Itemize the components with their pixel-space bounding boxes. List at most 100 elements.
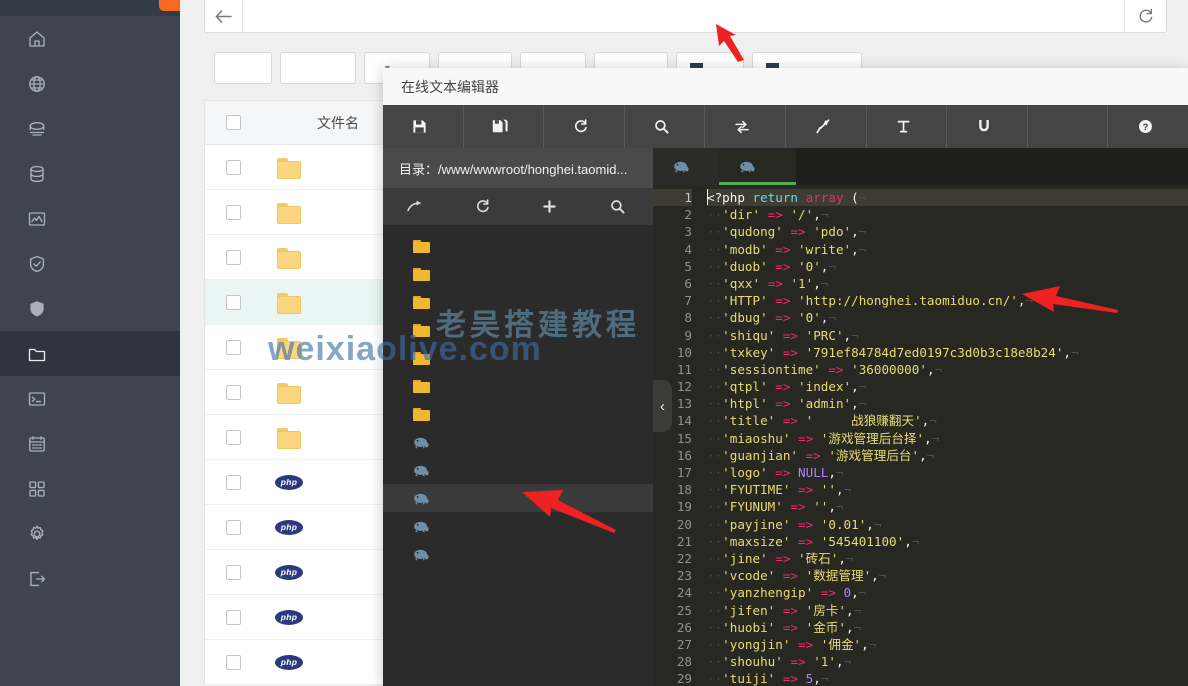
- tree-node-temp[interactable]: [383, 400, 653, 428]
- row-checkbox[interactable]: [226, 610, 241, 625]
- line-number: 1: [653, 189, 692, 206]
- tree-op-新建[interactable]: [518, 200, 586, 213]
- code-token: =>: [783, 345, 798, 360]
- code-token: 'yanzhengip': [722, 585, 813, 600]
- code-token: ,: [836, 482, 844, 497]
- code-token: ¬: [836, 499, 844, 514]
- editor-toolbar-设置[interactable]: [1028, 105, 1109, 148]
- sidebar-item-12[interactable]: [0, 556, 180, 601]
- file-toolbar-button-1[interactable]: [280, 52, 356, 84]
- plus-icon: [543, 200, 556, 213]
- row-checkbox[interactable]: [226, 205, 241, 220]
- row-checkbox[interactable]: [226, 160, 241, 175]
- code-token: =>: [775, 310, 790, 325]
- apps-icon: [26, 478, 48, 500]
- folder-icon: [413, 268, 430, 281]
- line-number: 19: [653, 498, 692, 515]
- sidebar-item-8[interactable]: [0, 376, 180, 421]
- editor-toolbar-全部保存[interactable]: [464, 105, 545, 148]
- tree-node-Tpl[interactable]: [383, 344, 653, 372]
- editor-toolbar-保存[interactable]: [383, 105, 464, 148]
- sidebar-item-9[interactable]: [0, 421, 180, 466]
- tab-config.php[interactable]: [653, 148, 719, 185]
- row-checkbox-cell: [205, 205, 261, 220]
- code-line: ··'yanzhengip' => 0,¬: [707, 584, 1188, 601]
- editor-toolbar-搜索[interactable]: [625, 105, 706, 148]
- code-token: ¬: [846, 551, 854, 566]
- sidebar-item-1[interactable]: [0, 61, 180, 106]
- code-token: ,: [919, 448, 927, 463]
- sidebar-item-4[interactable]: [0, 196, 180, 241]
- tree-node-Game[interactable]: [383, 288, 653, 316]
- editor-toolbar-字体[interactable]: [867, 105, 948, 148]
- sidebar-item-7[interactable]: [0, 331, 180, 376]
- row-checkbox[interactable]: [226, 475, 241, 490]
- tree-node-config.php[interactable]: [383, 456, 653, 484]
- code-token: ··: [707, 499, 722, 514]
- editor-toolbar-主题[interactable]: [947, 105, 1028, 148]
- editor-toolbar-替换[interactable]: [705, 105, 786, 148]
- sidebar-item-10[interactable]: [0, 466, 180, 511]
- row-icon-cell: [261, 248, 317, 267]
- tree-node-conn.php[interactable]: [383, 484, 653, 512]
- code-token: ¬: [844, 654, 852, 669]
- sidebar-item-11[interactable]: [0, 511, 180, 556]
- row-checkbox[interactable]: [226, 430, 241, 445]
- sidebar-item-6[interactable]: [0, 286, 180, 331]
- code-token: =>: [783, 413, 798, 428]
- row-checkbox[interactable]: [226, 250, 241, 265]
- code-token: ,: [1063, 345, 1071, 360]
- code-token: =>: [783, 568, 798, 583]
- code-token: [813, 637, 821, 652]
- row-checkbox[interactable]: [226, 385, 241, 400]
- tree-op-上一级[interactable]: [383, 200, 451, 213]
- tree-node-ewm.php[interactable]: [383, 512, 653, 540]
- sidebar-item-5[interactable]: [0, 241, 180, 286]
- php-file-icon: php: [275, 655, 303, 670]
- row-checkbox-cell: [205, 655, 261, 670]
- tree-node-logs[interactable]: [383, 372, 653, 400]
- editor-toolbar-快捷键[interactable]: ?: [1108, 105, 1188, 148]
- code-token: [775, 345, 783, 360]
- code-token: ··: [707, 259, 722, 274]
- code-line: ··'FYUNUM' => '',¬: [707, 498, 1188, 515]
- sidebar-item-3[interactable]: [0, 151, 180, 196]
- editor-toolbar-刷新[interactable]: [544, 105, 625, 148]
- line-number: 26: [653, 619, 692, 636]
- sidebar-item-2[interactable]: [0, 106, 180, 151]
- sidebar-item-0[interactable]: [0, 16, 180, 61]
- editor-toolbar-跳转行[interactable]: [786, 105, 867, 148]
- tree-op-搜索[interactable]: [586, 199, 654, 214]
- code-editor[interactable]: 1234567891011121314151617181920212223242…: [653, 185, 1188, 686]
- file-toolbar-button-0[interactable]: [214, 52, 272, 84]
- tree-node-WangYa.php[interactable]: [383, 428, 653, 456]
- collapse-panel-handle[interactable]: ‹: [653, 380, 672, 432]
- globe-icon: [26, 73, 48, 95]
- refresh-icon[interactable]: [1124, 1, 1166, 32]
- row-checkbox[interactable]: [226, 655, 241, 670]
- code-token: 'qxx': [722, 276, 760, 291]
- code-line: ··'modb' => 'write',¬: [707, 241, 1188, 258]
- save-icon: [412, 119, 427, 134]
- code-content[interactable]: <?php return array (¬··'dir' => '/',¬··'…: [699, 185, 1188, 686]
- tree-directory-label: 目录：/www/wwwroot/honghei.taomid...: [383, 148, 653, 188]
- row-checkbox[interactable]: [226, 520, 241, 535]
- tree-node-function.php[interactable]: [383, 540, 653, 568]
- back-arrow-icon[interactable]: [205, 1, 243, 32]
- row-checkbox[interactable]: [226, 340, 241, 355]
- code-token: ,: [846, 620, 854, 635]
- code-token: ¬: [929, 413, 937, 428]
- tree-op-刷新[interactable]: [451, 199, 519, 214]
- row-checkbox[interactable]: [226, 565, 241, 580]
- tree-node-Controller[interactable]: [383, 232, 653, 260]
- tab-conn.php[interactable]: [719, 148, 796, 185]
- refresh-icon: [475, 199, 490, 214]
- tree-node-Font[interactable]: [383, 260, 653, 288]
- row-checkbox-cell: [205, 340, 261, 355]
- code-token: ··: [707, 534, 722, 549]
- row-checkbox[interactable]: [226, 295, 241, 310]
- code-token: 'FYUTIME': [722, 482, 790, 497]
- code-token: [790, 551, 798, 566]
- select-all-checkbox[interactable]: [226, 115, 241, 130]
- tree-node-Lang[interactable]: [383, 316, 653, 344]
